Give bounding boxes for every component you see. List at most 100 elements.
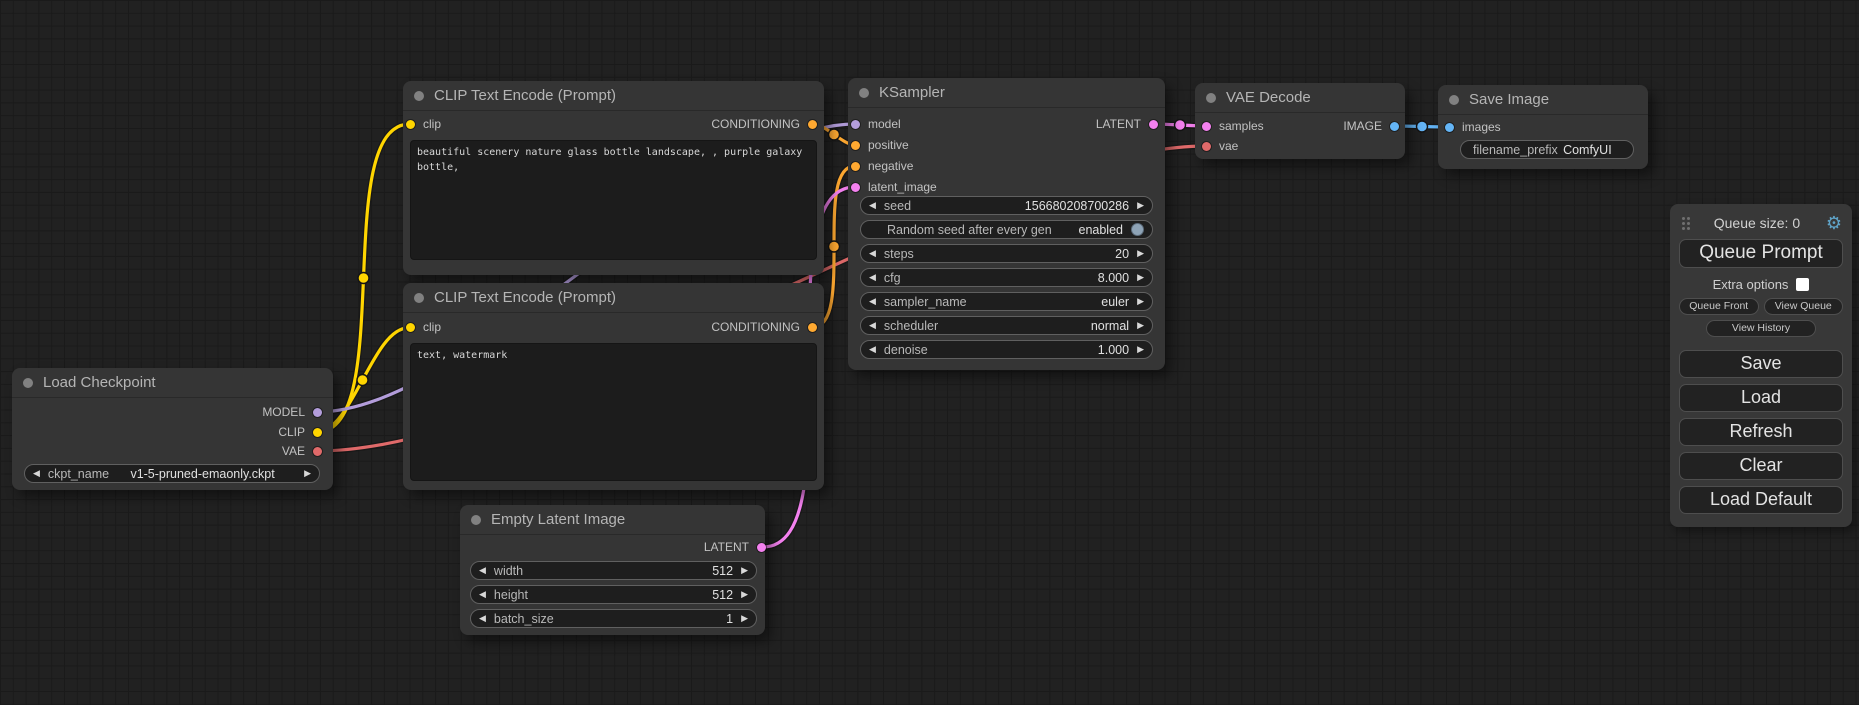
node-titlebar[interactable]: KSampler bbox=[848, 78, 1165, 108]
decrement-icon[interactable]: ◀ bbox=[479, 566, 486, 575]
seed-widget[interactable]: ◀ seed 156680208700286 ▶ bbox=[860, 196, 1153, 215]
collapse-dot-icon[interactable] bbox=[1206, 93, 1216, 103]
filename-prefix-widget[interactable]: filename_prefix ComfyUI bbox=[1460, 140, 1634, 159]
collapse-dot-icon[interactable] bbox=[471, 515, 481, 525]
queue-prompt-button[interactable]: Queue Prompt bbox=[1679, 239, 1843, 268]
cfg-widget[interactable]: ◀ cfg 8.000 ▶ bbox=[860, 268, 1153, 287]
node-vae-decode[interactable]: VAE Decode samples IMAGE vae bbox=[1195, 83, 1405, 159]
toggle-dot[interactable] bbox=[1131, 223, 1144, 236]
collapse-dot-icon[interactable] bbox=[414, 293, 424, 303]
increment-icon[interactable]: ▶ bbox=[1137, 345, 1144, 354]
latent-output-slot[interactable] bbox=[757, 543, 766, 552]
width-widget[interactable]: ◀ width 512 ▶ bbox=[470, 561, 757, 580]
negative-prompt-textarea[interactable]: text, watermark bbox=[410, 343, 817, 481]
ckpt-name-widget[interactable]: ◀ ckpt_name v1-5-pruned-emaonly.ckpt ▶ bbox=[24, 464, 320, 483]
positive-prompt-textarea[interactable]: beautiful scenery nature glass bottle la… bbox=[410, 140, 817, 260]
slot-row-latent-image: latent_image bbox=[848, 177, 1165, 197]
increment-icon[interactable]: ▶ bbox=[741, 566, 748, 575]
increment-icon[interactable]: ▶ bbox=[741, 614, 748, 623]
latent-image-input-slot[interactable] bbox=[851, 183, 860, 192]
decrement-icon[interactable]: ◀ bbox=[869, 297, 876, 306]
decrement-icon[interactable]: ◀ bbox=[33, 469, 40, 478]
steps-widget[interactable]: ◀ steps 20 ▶ bbox=[860, 244, 1153, 263]
vae-input-slot[interactable] bbox=[1202, 142, 1211, 151]
node-empty-latent-image[interactable]: Empty Latent Image LATENT ◀ width 512 ▶ … bbox=[460, 505, 765, 635]
decrement-icon[interactable]: ◀ bbox=[869, 201, 876, 210]
widget-label: filename_prefix bbox=[1473, 143, 1558, 157]
settings-gear-icon[interactable]: ⚙ bbox=[1826, 214, 1842, 232]
node-save-image[interactable]: Save Image images filename_prefix ComfyU… bbox=[1438, 85, 1648, 169]
queue-panel-header: Queue size: 0 ⚙ bbox=[1679, 212, 1843, 239]
output-label: MODEL bbox=[262, 405, 305, 419]
increment-icon[interactable]: ▶ bbox=[741, 590, 748, 599]
collapse-dot-icon[interactable] bbox=[859, 88, 869, 98]
collapse-dot-icon[interactable] bbox=[23, 378, 33, 388]
positive-input-slot[interactable] bbox=[851, 141, 860, 150]
height-widget[interactable]: ◀ height 512 ▶ bbox=[470, 585, 757, 604]
scheduler-widget[interactable]: ◀ scheduler normal ▶ bbox=[860, 316, 1153, 335]
widget-label: ckpt_name bbox=[48, 467, 109, 481]
refresh-button[interactable]: Refresh bbox=[1679, 418, 1843, 446]
widget-label: steps bbox=[884, 247, 914, 261]
queue-front-button[interactable]: Queue Front bbox=[1679, 298, 1759, 315]
image-output-slot[interactable] bbox=[1390, 122, 1399, 131]
output-row-clip: CLIP bbox=[12, 422, 333, 442]
conditioning-output-slot[interactable] bbox=[808, 323, 817, 332]
model-output-slot[interactable] bbox=[313, 408, 322, 417]
node-load-checkpoint[interactable]: Load Checkpoint MODEL CLIP VAE ◀ ckpt_na… bbox=[12, 368, 333, 490]
node-title: CLIP Text Encode (Prompt) bbox=[434, 289, 616, 306]
decrement-icon[interactable]: ◀ bbox=[479, 590, 486, 599]
model-input-slot[interactable] bbox=[851, 120, 860, 129]
increment-icon[interactable]: ▶ bbox=[1137, 273, 1144, 282]
node-clip-text-encode-positive[interactable]: CLIP Text Encode (Prompt) clip CONDITION… bbox=[403, 81, 824, 275]
images-input-slot[interactable] bbox=[1445, 123, 1454, 132]
input-label: negative bbox=[868, 159, 913, 173]
extra-options-checkbox[interactable] bbox=[1796, 278, 1809, 291]
latent-output-slot[interactable] bbox=[1149, 120, 1158, 129]
node-titlebar[interactable]: VAE Decode bbox=[1195, 83, 1405, 113]
conditioning-output-slot[interactable] bbox=[808, 120, 817, 129]
negative-input-slot[interactable] bbox=[851, 162, 860, 171]
load-default-button[interactable]: Load Default bbox=[1679, 486, 1843, 514]
widget-value: 512 bbox=[528, 588, 733, 602]
output-label: LATENT bbox=[704, 540, 749, 554]
view-queue-button[interactable]: View Queue bbox=[1764, 298, 1844, 315]
clip-output-slot[interactable] bbox=[313, 428, 322, 437]
node-titlebar[interactable]: CLIP Text Encode (Prompt) bbox=[403, 283, 824, 313]
output-label: LATENT bbox=[1096, 117, 1141, 131]
increment-icon[interactable]: ▶ bbox=[1137, 297, 1144, 306]
decrement-icon[interactable]: ◀ bbox=[479, 614, 486, 623]
vae-output-slot[interactable] bbox=[313, 447, 322, 456]
decrement-icon[interactable]: ◀ bbox=[869, 345, 876, 354]
load-button[interactable]: Load bbox=[1679, 384, 1843, 412]
denoise-widget[interactable]: ◀ denoise 1.000 ▶ bbox=[860, 340, 1153, 359]
samples-input-slot[interactable] bbox=[1202, 122, 1211, 131]
collapse-dot-icon[interactable] bbox=[414, 91, 424, 101]
save-button[interactable]: Save bbox=[1679, 350, 1843, 378]
output-label: CONDITIONING bbox=[711, 117, 800, 131]
node-ksampler[interactable]: KSampler model LATENT positive negative … bbox=[848, 78, 1165, 370]
increment-icon[interactable]: ▶ bbox=[1137, 249, 1144, 258]
clip-input-slot[interactable] bbox=[406, 120, 415, 129]
drag-handle-icon[interactable] bbox=[1682, 217, 1685, 220]
increment-icon[interactable]: ▶ bbox=[1137, 201, 1144, 210]
view-history-button[interactable]: View History bbox=[1706, 320, 1816, 337]
node-titlebar[interactable]: Load Checkpoint bbox=[12, 368, 333, 398]
node-clip-text-encode-negative[interactable]: CLIP Text Encode (Prompt) clip CONDITION… bbox=[403, 283, 824, 490]
increment-icon[interactable]: ▶ bbox=[304, 469, 311, 478]
increment-icon[interactable]: ▶ bbox=[1137, 321, 1144, 330]
sampler-name-widget[interactable]: ◀ sampler_name euler ▶ bbox=[860, 292, 1153, 311]
decrement-icon[interactable]: ◀ bbox=[869, 321, 876, 330]
clip-input-slot[interactable] bbox=[406, 323, 415, 332]
batch-size-widget[interactable]: ◀ batch_size 1 ▶ bbox=[470, 609, 757, 628]
collapse-dot-icon[interactable] bbox=[1449, 95, 1459, 105]
decrement-icon[interactable]: ◀ bbox=[869, 249, 876, 258]
queue-menu-panel: Queue size: 0 ⚙ Queue Prompt Extra optio… bbox=[1670, 204, 1852, 527]
node-titlebar[interactable]: Save Image bbox=[1438, 85, 1648, 115]
node-titlebar[interactable]: Empty Latent Image bbox=[460, 505, 765, 535]
decrement-icon[interactable]: ◀ bbox=[869, 273, 876, 282]
clear-button[interactable]: Clear bbox=[1679, 452, 1843, 480]
node-title: Empty Latent Image bbox=[491, 511, 625, 528]
node-titlebar[interactable]: CLIP Text Encode (Prompt) bbox=[403, 81, 824, 111]
random-seed-toggle-widget[interactable]: Random seed after every gen enabled bbox=[860, 220, 1153, 239]
